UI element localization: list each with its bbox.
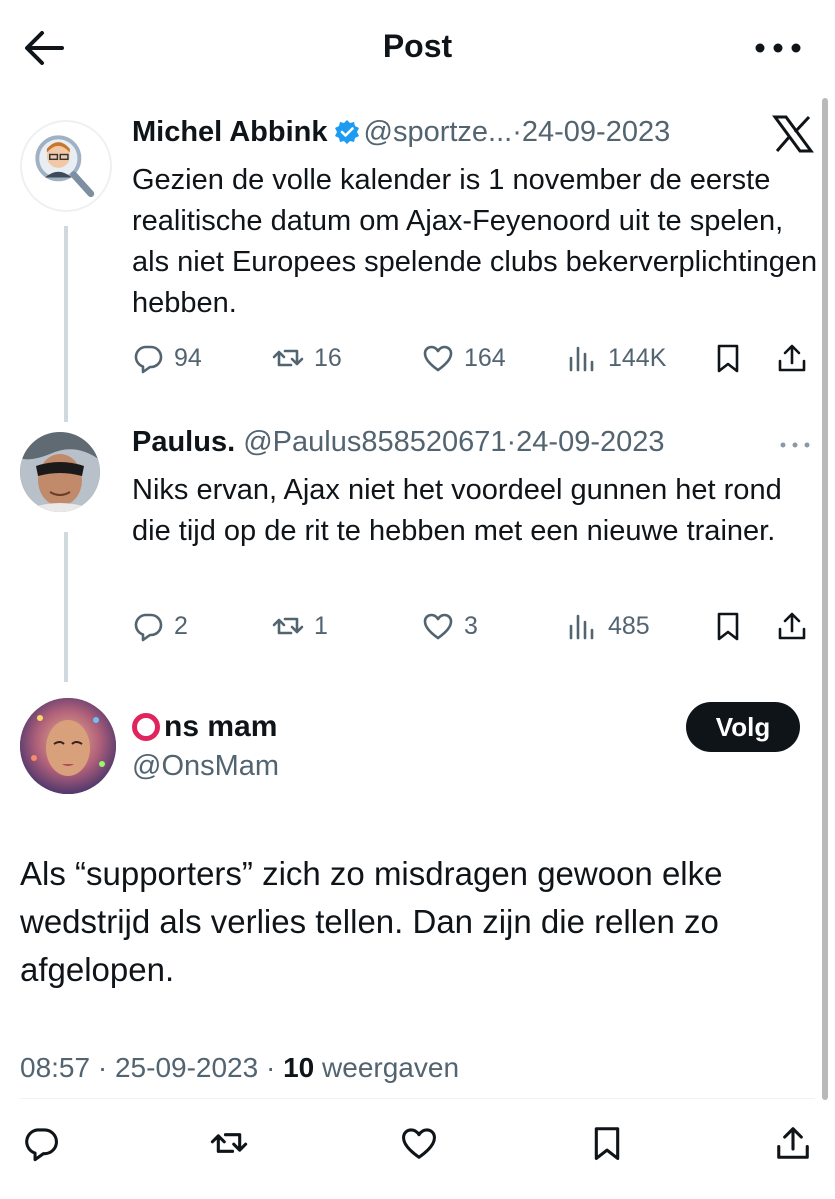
post-time[interactable]: 08:57 bbox=[20, 1052, 90, 1083]
divider bbox=[20, 1098, 815, 1099]
views-button[interactable]: 144K bbox=[566, 336, 666, 380]
like-button[interactable]: 3 bbox=[422, 604, 478, 648]
x-logo-icon bbox=[772, 114, 814, 154]
reply-button[interactable]: 94 bbox=[132, 336, 202, 380]
views-count: 485 bbox=[608, 611, 650, 640]
views-label: weergaven bbox=[322, 1052, 460, 1083]
like-count: 164 bbox=[464, 343, 506, 372]
author-name[interactable]: ns mam bbox=[132, 710, 277, 744]
share-button[interactable] bbox=[776, 604, 808, 648]
like-icon bbox=[402, 1128, 436, 1159]
thread-line bbox=[64, 532, 68, 682]
author-name-text: ns mam bbox=[164, 710, 278, 743]
tweet-date[interactable]: 24-09-2023 bbox=[522, 116, 670, 148]
tweet-date[interactable]: 24-09-2023 bbox=[516, 426, 664, 458]
repost-count: 1 bbox=[314, 611, 328, 640]
bookmark-button[interactable] bbox=[582, 1118, 632, 1168]
avatar[interactable] bbox=[20, 432, 100, 512]
page-title: Post bbox=[382, 28, 453, 64]
separator: · bbox=[265, 1052, 276, 1083]
repost-icon bbox=[210, 1133, 248, 1153]
follow-button[interactable]: Volg bbox=[686, 702, 800, 752]
share-icon bbox=[778, 344, 806, 372]
red-ring-icon bbox=[132, 713, 160, 741]
post-text: Als “supporters” zich zo misdragen gewoo… bbox=[20, 855, 723, 988]
top-bar: Post bbox=[0, 0, 835, 96]
like-icon bbox=[423, 345, 453, 372]
share-button[interactable] bbox=[776, 336, 808, 380]
user-handle[interactable]: @sportze... bbox=[364, 116, 513, 148]
views-count: 10 bbox=[283, 1052, 315, 1083]
avatar[interactable] bbox=[20, 120, 112, 212]
tweet-actions: 94 16 164 144K bbox=[132, 336, 822, 380]
bookmark-icon bbox=[717, 612, 739, 641]
post-date[interactable]: 25-09-2023 bbox=[115, 1052, 258, 1083]
separator: · bbox=[506, 426, 517, 458]
repost-button[interactable] bbox=[204, 1118, 254, 1168]
display-name[interactable]: Paulus. bbox=[132, 426, 235, 458]
like-count: 3 bbox=[464, 611, 478, 640]
post-action-bar bbox=[0, 1118, 835, 1168]
scrollbar[interactable] bbox=[822, 98, 828, 1100]
views-count: 144K bbox=[608, 343, 667, 372]
thread-line bbox=[64, 226, 68, 422]
verified-badge-icon bbox=[334, 119, 360, 145]
bookmark-button[interactable] bbox=[712, 604, 744, 648]
tweet-header: Michel Abbink @sportze...·24-09-2023 bbox=[132, 116, 670, 149]
reply-button[interactable]: 2 bbox=[132, 604, 188, 648]
like-button[interactable] bbox=[394, 1118, 444, 1168]
repost-icon bbox=[272, 349, 304, 367]
views-icon bbox=[569, 614, 594, 640]
tweet-text: Niks ervan, Ajax niet het voordeel gunne… bbox=[132, 474, 782, 547]
reply-icon bbox=[134, 345, 163, 374]
reply-icon bbox=[25, 1128, 58, 1162]
repost-button[interactable]: 1 bbox=[272, 604, 328, 648]
bookmark-icon bbox=[717, 344, 739, 373]
display-name[interactable]: Michel Abbink bbox=[132, 116, 328, 148]
separator: · bbox=[512, 116, 522, 148]
share-icon bbox=[778, 612, 806, 640]
share-button[interactable] bbox=[768, 1118, 818, 1168]
like-icon bbox=[423, 613, 453, 640]
repost-icon bbox=[272, 617, 304, 635]
bookmark-icon bbox=[594, 1127, 620, 1160]
bookmark-button[interactable] bbox=[712, 336, 744, 380]
more-icon[interactable] bbox=[752, 30, 808, 66]
post-meta: 08:57 · 25-09-2023 · 10 weergaven bbox=[20, 1052, 459, 1084]
tweet-text: Gezien de volle kalender is 1 november d… bbox=[132, 164, 818, 319]
share-icon bbox=[777, 1127, 809, 1159]
tweet-header: Paulus. @Paulus858520671·24-09-2023 bbox=[132, 426, 665, 459]
reply-icon bbox=[134, 613, 163, 642]
views-button[interactable]: 485 bbox=[566, 604, 650, 648]
more-icon[interactable] bbox=[778, 436, 812, 454]
separator: · bbox=[97, 1052, 108, 1083]
reply-count: 2 bbox=[174, 611, 188, 640]
tweet-actions: 2 1 3 485 bbox=[132, 604, 822, 648]
author-handle[interactable]: @OnsMam bbox=[132, 750, 279, 783]
repost-button[interactable]: 16 bbox=[272, 336, 342, 380]
avatar[interactable] bbox=[20, 698, 116, 794]
views-icon bbox=[569, 346, 594, 372]
user-handle[interactable]: @Paulus858520671 bbox=[243, 426, 506, 458]
repost-count: 16 bbox=[314, 343, 342, 372]
like-button[interactable]: 164 bbox=[422, 336, 506, 380]
reply-button[interactable] bbox=[16, 1118, 66, 1168]
reply-count: 94 bbox=[174, 343, 202, 372]
